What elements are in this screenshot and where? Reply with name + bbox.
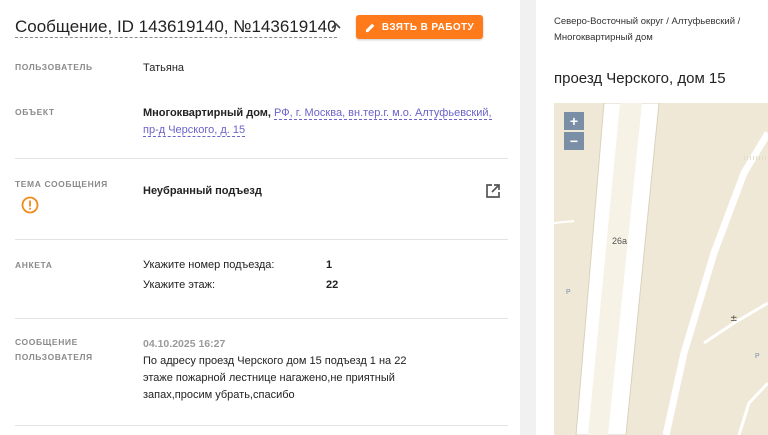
object-type: Многоквартирный дом, <box>143 107 271 119</box>
warning-icon <box>21 196 39 214</box>
message-date: 04.10.2025 16:27 <box>143 338 226 350</box>
take-to-work-button[interactable]: ВЗЯТЬ В РАБОТУ <box>356 15 483 39</box>
zoom-in-button[interactable]: + <box>564 112 584 130</box>
external-link-icon[interactable] <box>484 182 502 200</box>
divider <box>15 425 508 426</box>
map[interactable]: ± 26а P P + − <box>554 103 768 435</box>
map-parking-label: P <box>566 289 571 296</box>
topic-value: Неубранный подъезд <box>143 185 262 197</box>
map-canvas: ± <box>554 103 768 435</box>
divider <box>15 158 508 159</box>
message-label: СООБЩЕНИЕ ПОЛЬЗОВАТЕЛЯ <box>15 335 93 365</box>
object-address-link-2[interactable]: пр-д Черского, д. 15 <box>143 124 246 137</box>
user-label: ПОЛЬЗОВАТЕЛЬ <box>15 62 93 72</box>
svg-text:±: ± <box>730 314 738 324</box>
message-label-line2: ПОЛЬЗОВАТЕЛЯ <box>15 352 93 362</box>
location-panel: Северо-Восточный округ / Алтуфьевский / … <box>536 0 768 435</box>
chevron-up-icon[interactable] <box>330 20 342 32</box>
address-title: проезд Черского, дом 15 <box>554 70 726 87</box>
survey-question: Укажите номер подъезда: <box>143 259 275 271</box>
object-value: Многоквартирный дом, РФ, г. Москва, вн.т… <box>143 105 503 139</box>
message-details-panel: Сообщение, ID 143619140, №143619140 ВЗЯТ… <box>0 0 520 435</box>
pencil-icon <box>365 23 375 32</box>
survey-question: Укажите этаж: <box>143 279 216 291</box>
divider <box>15 239 508 240</box>
message-text: По адресу проезд Черского дом 15 подъезд… <box>143 355 407 401</box>
object-label: ОБЪЕКТ <box>15 107 55 117</box>
map-parking-label: P <box>755 353 760 360</box>
message-title[interactable]: Сообщение, ID 143619140, №143619140 <box>15 17 337 38</box>
object-address-link[interactable]: РФ, г. Москва, вн.тер.г. м.о. Алтуфьевск… <box>274 107 492 120</box>
take-to-work-label: ВЗЯТЬ В РАБОТУ <box>381 21 475 33</box>
survey-label: АНКЕТА <box>15 260 53 270</box>
survey-answer: 1 <box>326 259 333 271</box>
breadcrumb: Северо-Восточный округ / Алтуфьевский / … <box>554 16 741 43</box>
survey-answer: 22 <box>326 279 339 291</box>
panel-separator <box>520 0 536 435</box>
divider <box>15 318 508 319</box>
user-value: Татьяна <box>143 62 185 74</box>
map-building-label: 26а <box>612 236 628 246</box>
message-label-line1: СООБЩЕНИЕ <box>15 337 78 347</box>
zoom-out-button[interactable]: − <box>564 132 584 150</box>
topic-label: ТЕМА СООБЩЕНИЯ <box>15 179 108 189</box>
